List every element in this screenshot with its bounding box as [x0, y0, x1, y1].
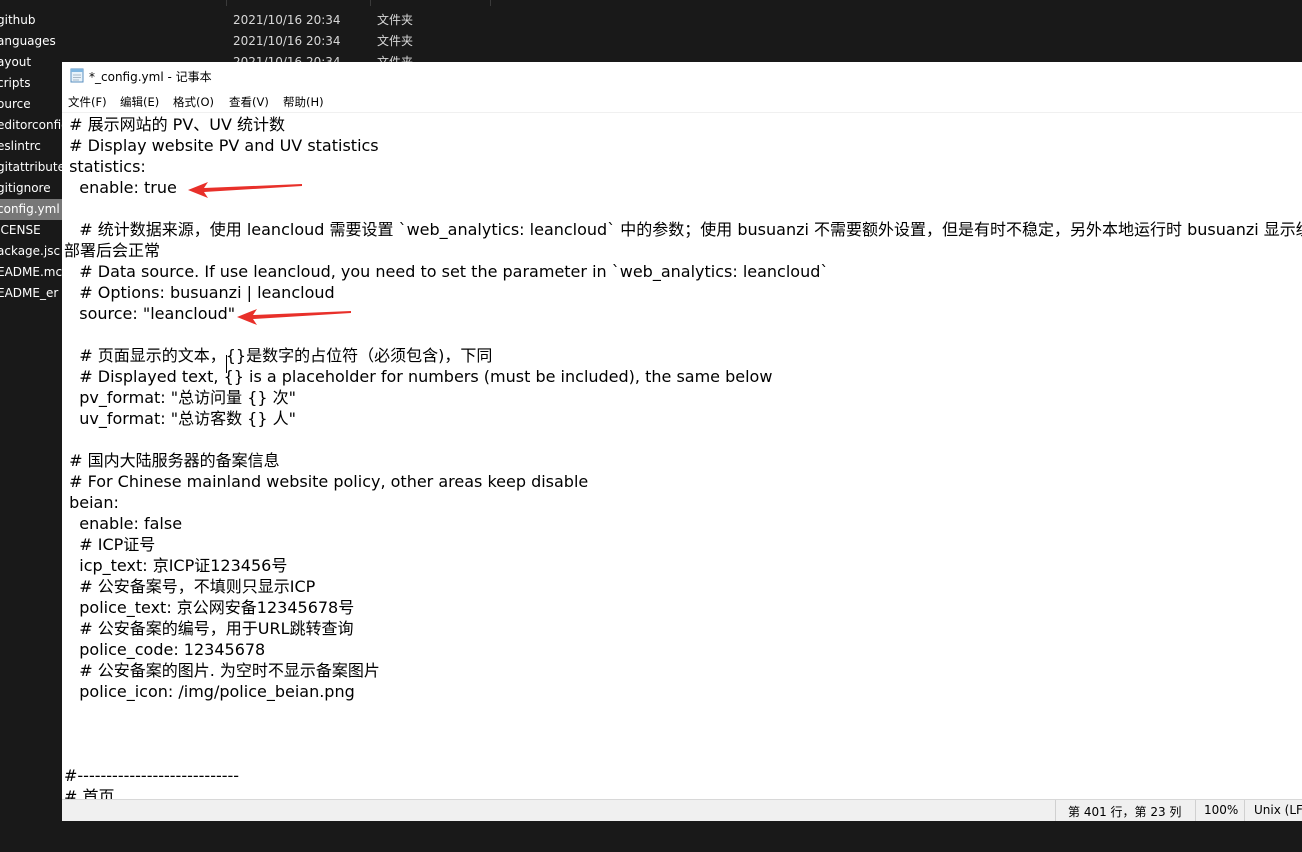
file-name: github	[0, 13, 36, 27]
editor-line: # 首页	[64, 787, 115, 799]
explorer-column-dividers	[0, 0, 1302, 6]
editor-line: # 统计数据来源，使用 leancloud 需要设置 `web_analytic…	[64, 220, 1302, 239]
editor-line: # For Chinese mainland website policy, o…	[64, 472, 589, 491]
file-name: ayout	[0, 55, 32, 69]
menu-bar: 文件(F) 编辑(E) 格式(O) 查看(V) 帮助(H)	[62, 90, 1302, 113]
editor-line: # Displayed text, {} is a placeholder fo…	[64, 367, 773, 386]
editor-line: # Display website PV and UV statistics	[64, 136, 379, 155]
editor-line: enable: true	[64, 178, 177, 197]
editor-line: police_text: 京公网安备12345678号	[64, 598, 355, 617]
file-name: EADME.mc	[0, 265, 63, 279]
editor-line: police_code: 12345678	[64, 640, 266, 659]
notepad-window: *_config.yml - 记事本 文件(F) 编辑(E) 格式(O) 查看(V) 帮…	[62, 62, 1302, 821]
file-name: ource	[0, 97, 31, 111]
text-editor-area[interactable]: # 展示网站的 PV、UV 统计数 # Display website PV a…	[62, 113, 1302, 799]
file-type: 文件夹	[377, 34, 414, 48]
cursor-position: 第 401 行，第 23 列	[1068, 805, 1182, 819]
file-name: EADME_er	[0, 286, 59, 300]
file-date: 2021/10/16 20:34	[233, 34, 341, 48]
editor-line: # 国内大陆服务器的备案信息	[64, 451, 280, 470]
title-bar[interactable]: *_config.yml - 记事本	[62, 62, 1302, 90]
editor-line: police_icon: /img/police_beian.png	[64, 682, 355, 701]
editor-line: #----------------------------	[64, 766, 240, 785]
editor-line: # 页面显示的文本，{}是数字的占位符（必须包含)，下同	[64, 346, 493, 365]
editor-line: # 展示网站的 PV、UV 统计数	[64, 115, 286, 134]
file-name: ackage.jsc	[0, 244, 61, 258]
file-name: cripts	[0, 76, 31, 90]
menu-help[interactable]: 帮助(H)	[283, 94, 324, 110]
file-name: ICENSE	[0, 223, 41, 237]
file-name: eslintrc	[0, 139, 41, 153]
editor-line: # Options: busuanzi | leancloud	[64, 283, 335, 302]
explorer-file-row[interactable]: github 2021/10/16 20:34 文件夹	[0, 10, 430, 31]
red-annotation-arrow-enable	[188, 182, 302, 198]
editor-line: # 公安备案的编号，用于URL跳转查询	[64, 619, 354, 638]
editor-line: icp_text: 京ICP证123456号	[64, 556, 288, 575]
zoom-level: 100%	[1204, 803, 1239, 817]
editor-line: pv_format: "总访问量 {} 次"	[64, 388, 296, 407]
file-name: gitattribute	[0, 160, 65, 174]
file-name: config.yml	[0, 202, 60, 216]
file-type: 文件夹	[377, 13, 414, 27]
editor-line: source: "leancloud"	[64, 304, 236, 323]
editor-line: 部署后会正常	[64, 241, 161, 260]
editor-line: uv_format: "总访客数 {} 人"	[64, 409, 296, 428]
editor-line: enable: false	[64, 514, 183, 533]
file-name: editorconfig	[0, 118, 69, 132]
menu-file[interactable]: 文件(F)	[68, 94, 107, 110]
editor-line: # 公安备案的图片. 为空时不显示备案图片	[64, 661, 380, 680]
file-name: anguages	[0, 34, 56, 48]
explorer-file-row[interactable]: anguages 2021/10/16 20:34 文件夹	[0, 31, 430, 52]
editor-line: # 公安备案号，不填则只显示ICP	[64, 577, 316, 596]
red-annotation-arrow-source	[237, 309, 351, 325]
file-name: gitignore	[0, 181, 51, 195]
menu-edit[interactable]: 编辑(E)	[120, 94, 159, 110]
editor-line: # Data source. If use leancloud, you nee…	[64, 262, 829, 281]
line-ending: Unix (LF)	[1254, 803, 1302, 817]
explorer-file-row[interactable]: config.yml	[0, 199, 62, 220]
notepad-icon	[70, 68, 84, 83]
editor-line: statistics:	[64, 157, 146, 176]
editor-line: beian:	[64, 493, 119, 512]
menu-format[interactable]: 格式(O)	[173, 94, 214, 110]
window-title: *_config.yml - 记事本	[89, 70, 212, 84]
text-caret	[226, 355, 227, 373]
editor-line: # ICP证号	[64, 535, 156, 554]
menu-view[interactable]: 查看(V)	[229, 94, 269, 110]
file-date: 2021/10/16 20:34	[233, 13, 341, 27]
status-bar: 第 401 行，第 23 列 100% Unix (LF)	[62, 799, 1302, 821]
